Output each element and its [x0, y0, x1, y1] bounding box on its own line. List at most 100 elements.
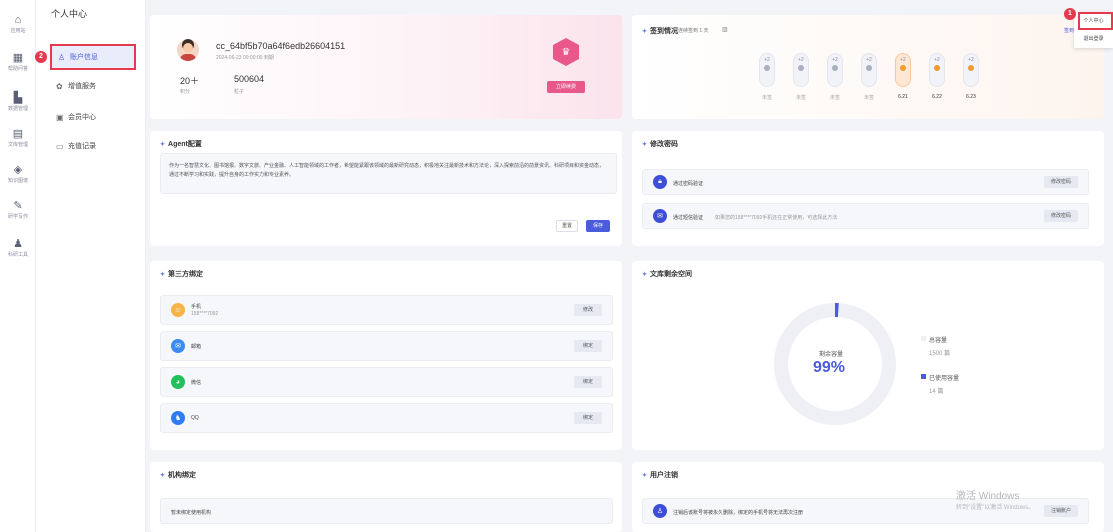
step-badge-2: 2 — [35, 51, 47, 63]
stat-points-value: 20＋ — [180, 76, 200, 86]
coin-icon — [832, 65, 838, 71]
windows-watermark-sub: 转到"设置"以激活 Windows。 — [956, 505, 1035, 511]
signin-day[interactable]: +2 — [827, 53, 843, 87]
email-icon: ✉ — [171, 339, 185, 353]
windows-watermark: 激活 Windows — [956, 491, 1020, 502]
avatar[interactable] — [177, 39, 199, 61]
renew-button[interactable]: 立即续费 — [547, 81, 585, 93]
bind-wechat-button[interactable]: 绑定 — [574, 376, 602, 388]
service-icon: ✿ — [56, 81, 63, 91]
signin-day[interactable]: +2 — [963, 53, 979, 87]
agent-card: Agent配置 作为一名智慧文化、图书馆报、数字文旅、产业金融、人工智能领域的工… — [150, 131, 622, 246]
signin-day-points: +2 — [832, 57, 838, 63]
legend-used-swatch — [921, 374, 926, 379]
rail-item[interactable]: ▤ 文库管理 — [0, 128, 36, 148]
bind-phone-button[interactable]: 修改 — [574, 304, 602, 316]
signin-day-points: +2 — [968, 57, 974, 63]
rail-item[interactable]: ♟ 科研工具 — [0, 238, 36, 258]
wechat-icon: ◕ — [171, 375, 185, 389]
coin-icon — [764, 65, 770, 71]
sms-row: ✉ 通过短信验证 如果您的158****7092手机还在正常使用，可选择此方法 … — [642, 203, 1089, 229]
password-card: 修改密码 🔒︎ 通过密码验证 修改密码 ✉ 通过短信验证 如果您的158****… — [632, 131, 1104, 246]
stat-particles-label: 粒子 — [234, 89, 245, 95]
expire-date: 2024-06-23 00:00:00 到期 — [216, 55, 274, 61]
signin-day[interactable]: +2 — [895, 53, 911, 87]
rail-item[interactable]: ▙ 数据管理 — [0, 92, 36, 112]
username: cc_64bf5b70a64f6edb26604151 — [216, 41, 346, 51]
submenu-item-service[interactable]: ✿ 增值服务 — [50, 73, 136, 99]
bind-row-text: 邮箱 — [191, 344, 202, 350]
remaining-label: 剩余容量 — [819, 352, 844, 358]
rail-item-label: 应用站 — [10, 28, 26, 34]
rail-item-label: 研学写作 — [7, 214, 28, 220]
tag-icon: ◈ — [13, 164, 23, 176]
legend-total-swatch — [921, 336, 926, 341]
rail-item[interactable]: ▦ 帮助问答 — [0, 52, 36, 72]
bind-row-wechat: ◕ 微信 绑定 — [160, 367, 613, 397]
qq-icon: ♞ — [171, 411, 185, 425]
vip-icon: ▣ — [56, 112, 64, 122]
submenu-item-account[interactable]: ♙ 账户信息 — [50, 44, 136, 70]
legend-used-label: 已使用容量 — [929, 376, 960, 382]
rail-item-label: 知识图谱 — [7, 178, 28, 184]
agent-textarea[interactable]: 作为一名智慧文化、图书馆报、数字文旅、产业金融、人工智能领域的工作者，希望能紧跟… — [160, 153, 617, 194]
bind-qq-button[interactable]: 绑定 — [574, 412, 602, 424]
sms-row-sub: 如果您的158****7092手机还在正常使用，可选择此方法 — [715, 215, 838, 221]
rail-item-label: 科研工具 — [7, 252, 28, 258]
password-row-text: 通过密码验证 — [673, 181, 704, 187]
coin-icon — [934, 65, 940, 71]
bind-row-sub: 158****7092 — [191, 311, 219, 317]
logout-button[interactable]: 注销账户 — [1044, 505, 1078, 517]
rail-item[interactable]: ⌂ 应用站 — [0, 14, 36, 34]
calendar-icon[interactable]: ▥ — [722, 26, 728, 33]
submenu-item-recharge[interactable]: ▭ 充值记录 — [50, 133, 136, 159]
signin-day-label: 未签 — [795, 95, 806, 101]
org-row: 暂未绑定使用机构 — [160, 498, 613, 524]
signin-card: 签到情况 已连续签到 1 天 ▥ 签到规则 +2未签+2未签+2未签+2未签+2… — [632, 15, 1104, 119]
submenu-item-label: 账户信息 — [70, 54, 98, 61]
sms-row-text: 通过短信验证 — [673, 215, 704, 221]
org-card: 机构绑定 暂未绑定使用机构 — [150, 462, 622, 532]
signin-day[interactable]: +2 — [861, 53, 877, 87]
step-badge-1: 1 — [1064, 8, 1076, 20]
change-password-sms-button[interactable]: 修改密码 — [1044, 210, 1078, 222]
logout-title: 用户注销 — [642, 470, 678, 480]
signin-day[interactable]: +2 — [793, 53, 809, 87]
bind-row-text: QQ — [191, 415, 199, 421]
signin-status: 已连续签到 1 天 — [673, 28, 709, 34]
submenu-item-label: 增值服务 — [68, 83, 96, 90]
signin-day[interactable]: +2 — [759, 53, 775, 87]
table-icon: ▦ — [12, 52, 24, 64]
signin-day-label: 6.22 — [932, 94, 942, 100]
dropdown-item-logout[interactable]: 退出登录 — [1074, 35, 1113, 42]
left-rail: ⌂ 应用站 ▦ 帮助问答 ▙ 数据管理 ▤ 文库管理 ◈ 知识图谱 ✎ 研学写作 ♟ 科研工具 — [0, 0, 36, 532]
rail-item[interactable]: ✎ 研学写作 — [0, 200, 36, 220]
signin-day[interactable]: +2 — [929, 53, 945, 87]
signin-day-points: +2 — [934, 57, 940, 63]
card-icon: ▭ — [56, 141, 64, 151]
bind-title: 第三方绑定 — [160, 269, 203, 279]
remaining-percent: 99% — [813, 359, 846, 376]
home-icon: ⌂ — [14, 14, 22, 26]
submenu: 个人中心 ♙ 账户信息 ✿ 增值服务 ▣ 会员中心 ▭ 充值记录 — [36, 0, 146, 532]
submenu-item-label: 会员中心 — [68, 114, 96, 121]
storage-title: 文库剩余空间 — [642, 269, 692, 279]
logout-card: 用户注销 ♙ 注销后该账号将被永久删除，绑定的手机号将无法再次注册 注销账户 — [632, 462, 1104, 532]
stat-particles-value: 500604 — [234, 74, 265, 84]
rail-item-label: 文库管理 — [7, 142, 28, 148]
reset-button[interactable]: 重置 — [556, 220, 578, 232]
legend-total-label: 总容量 — [929, 338, 948, 344]
submenu-item-label: 充值记录 — [68, 143, 96, 150]
bind-row-text: 手机 — [191, 304, 202, 310]
org-title: 机构绑定 — [160, 470, 196, 480]
profile-card: cc_64bf5b70a64f6edb26604151 2024-06-23 0… — [150, 15, 622, 119]
message-icon: ✉ — [653, 209, 667, 223]
coin-icon — [968, 65, 974, 71]
submenu-item-vip[interactable]: ▣ 会员中心 — [50, 104, 136, 130]
rail-item-label: 数据管理 — [7, 106, 28, 112]
save-button[interactable]: 保存 — [586, 220, 610, 232]
rail-item[interactable]: ◈ 知识图谱 — [0, 164, 36, 184]
change-password-button[interactable]: 修改密码 — [1044, 176, 1078, 188]
tool-icon: ♟ — [13, 238, 23, 250]
bind-email-button[interactable]: 绑定 — [574, 340, 602, 352]
